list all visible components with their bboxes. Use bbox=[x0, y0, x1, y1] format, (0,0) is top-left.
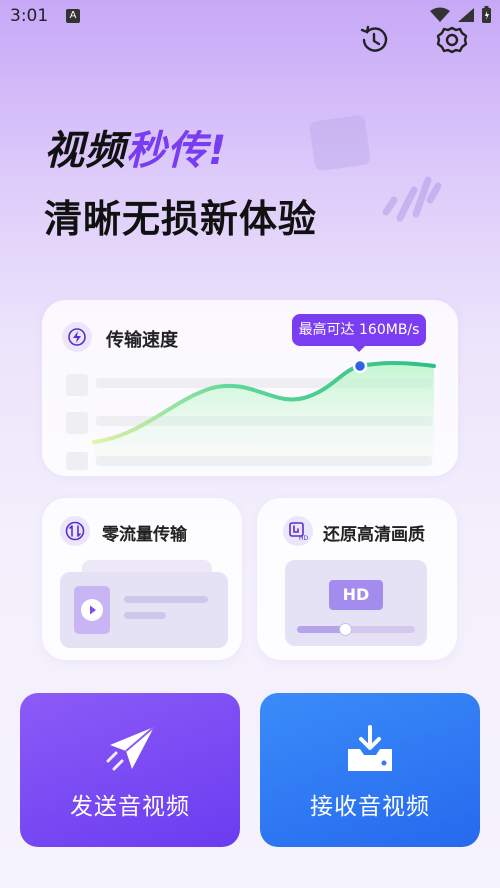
hd-badge: HD bbox=[329, 580, 383, 610]
video-thumb bbox=[74, 586, 110, 634]
speed-tooltip-tail bbox=[352, 345, 366, 352]
hd-icon-wrap: HD bbox=[283, 516, 313, 546]
speed-tooltip: 最高可达 160MB/s bbox=[292, 314, 426, 346]
history-icon bbox=[360, 25, 388, 52]
hd-progress-knob bbox=[339, 623, 352, 636]
settings-button[interactable] bbox=[434, 22, 470, 58]
gear-icon bbox=[436, 26, 468, 54]
hd-quality-title: 还原高清画质 bbox=[323, 525, 425, 545]
no-traffic-icon bbox=[65, 521, 85, 541]
receive-media-button[interactable]: 接收音视频 bbox=[260, 693, 480, 847]
battery-icon bbox=[482, 6, 491, 23]
hero-title-accent: 秒传! bbox=[126, 128, 228, 174]
paper-plane-icon bbox=[106, 726, 155, 771]
hd-quality-icon: HD bbox=[289, 522, 308, 541]
hero-title-part1: 视频 bbox=[44, 128, 126, 174]
hd-quality-card: HD 还原高清画质 HD bbox=[257, 498, 457, 660]
hero-subtitle: 清晰无损新体验 bbox=[44, 197, 318, 241]
hero-title-line1: 视频秒传! bbox=[44, 118, 227, 176]
file-line-1 bbox=[124, 596, 208, 603]
history-button[interactable] bbox=[356, 22, 392, 58]
wifi-icon bbox=[430, 7, 450, 22]
speed-peak-point bbox=[352, 358, 368, 374]
notification-icon: A bbox=[66, 9, 80, 23]
status-time: 3:01 bbox=[10, 6, 49, 26]
signal-icon bbox=[458, 8, 474, 22]
no-traffic-icon-wrap bbox=[60, 516, 90, 546]
zero-traffic-title: 零流量传输 bbox=[102, 525, 187, 545]
hd-preview-box: HD bbox=[285, 560, 427, 646]
file-line-2 bbox=[124, 612, 166, 619]
film-decoration bbox=[308, 114, 372, 172]
download-tray-icon bbox=[348, 725, 392, 771]
card-a-file-box bbox=[60, 572, 228, 648]
play-icon bbox=[81, 599, 103, 621]
send-media-label: 发送音视频 bbox=[70, 794, 190, 820]
wave-decoration bbox=[382, 176, 442, 222]
receive-media-label: 接收音视频 bbox=[310, 794, 430, 820]
send-media-button[interactable]: 发送音视频 bbox=[20, 693, 240, 847]
svg-text:HD: HD bbox=[299, 535, 308, 541]
zero-traffic-card: 零流量传输 bbox=[42, 498, 242, 660]
